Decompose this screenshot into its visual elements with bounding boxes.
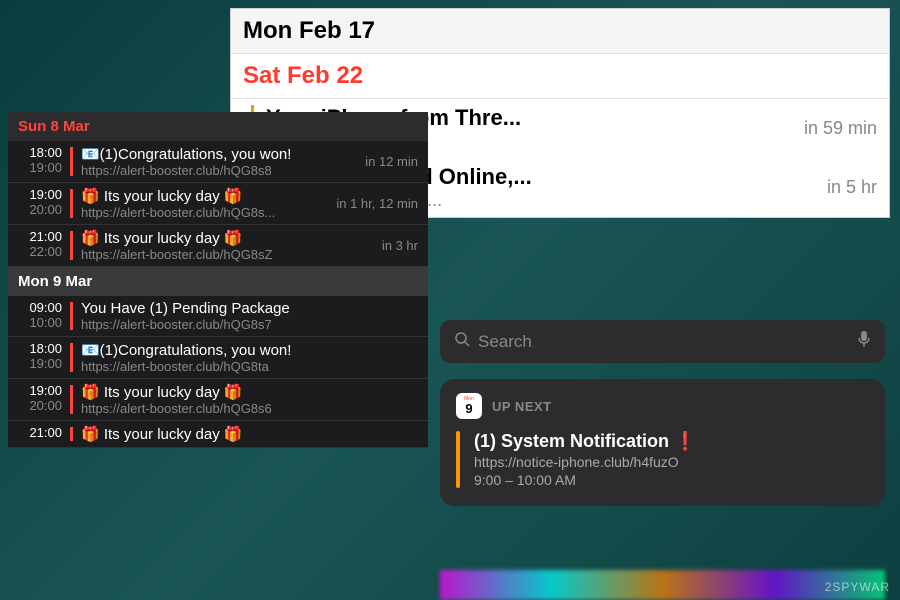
event-start: 19:00 xyxy=(18,383,62,398)
event-end: 19:00 xyxy=(18,160,62,175)
event-due: in 1 hr, 12 min xyxy=(328,196,418,211)
up-next-widget[interactable]: Mon 9 UP NEXT (1) System Notification ❗ … xyxy=(440,379,885,506)
calendar-icon: Mon 9 xyxy=(456,393,482,419)
event-color-bar xyxy=(70,343,73,372)
event-color-bar xyxy=(70,189,73,218)
event-url: https://alert-booster.club/hQG8sZ xyxy=(81,247,374,262)
event-url: https://alert-booster.club/hQG8s6 xyxy=(81,401,418,416)
event-start: 19:00 xyxy=(18,187,62,202)
event-color-bar xyxy=(456,431,460,488)
calendar-event[interactable]: 19:0020:00 🎁 Its your lucky day 🎁https:/… xyxy=(8,379,428,421)
up-next-label: UP NEXT xyxy=(492,399,552,414)
event-time: in 5 hr xyxy=(817,177,877,198)
calendar-icon-dom: 9 xyxy=(465,402,472,415)
event-url: https://alert-booster.club/hQG8s8 xyxy=(81,163,357,178)
event-title: 📧(1)Congratulations, you won! xyxy=(81,341,418,359)
calendar-event[interactable]: 21:0022:00 🎁 Its your lucky day 🎁https:/… xyxy=(8,225,428,267)
event-end: 20:00 xyxy=(18,202,62,217)
event-color-bar xyxy=(70,427,73,441)
event-color-bar xyxy=(70,385,73,414)
event-due: in 3 hr xyxy=(374,238,418,253)
search-icon xyxy=(454,331,470,352)
event-time: in 59 min xyxy=(794,118,877,139)
event-start: 18:00 xyxy=(18,145,62,160)
calendar-event[interactable]: 18:0019:00 📧(1)Congratulations, you won!… xyxy=(8,337,428,379)
notification-widget-area: Search Mon 9 UP NEXT (1) System Notifica… xyxy=(440,320,885,506)
event-url: https://alert-booster.club/hQG8ta xyxy=(81,359,418,374)
search-placeholder: Search xyxy=(478,332,857,352)
date-label: Sat Feb 22 xyxy=(243,62,363,90)
event-end: 20:00 xyxy=(18,398,62,413)
event-url: https://alert-booster.club/hQG8s... xyxy=(81,205,328,220)
event-end: 10:00 xyxy=(18,315,62,330)
event-start: 09:00 xyxy=(18,300,62,315)
event-title: 🎁 Its your lucky day 🎁 xyxy=(81,187,328,205)
event-title: You Have (1) Pending Package xyxy=(81,300,418,317)
event-start: 21:00 xyxy=(18,425,62,440)
event-color-bar xyxy=(70,231,73,260)
event-color-bar xyxy=(70,147,73,176)
event-due: in 12 min xyxy=(357,154,418,169)
date-header-sun: Sun 8 Mar xyxy=(8,112,428,141)
dark-calendar-panel: Sun 8 Mar 18:0019:00 📧(1)Congratulations… xyxy=(8,112,428,448)
calendar-event[interactable]: 09:0010:00 You Have (1) Pending Packageh… xyxy=(8,296,428,337)
date-header-mon: Mon Feb 17 xyxy=(231,9,889,54)
event-color-bar xyxy=(70,302,73,330)
notification-time: 9:00 – 10:00 AM xyxy=(474,472,696,488)
event-title: 🎁 Its your lucky day 🎁 xyxy=(81,383,418,401)
calendar-event[interactable]: 19:0020:00 🎁 Its your lucky day 🎁https:/… xyxy=(8,183,428,225)
event-end: 19:00 xyxy=(18,356,62,371)
wallpaper-strip xyxy=(440,570,885,600)
date-header-sat: Sat Feb 22 xyxy=(231,54,889,99)
event-title: 🎁 Its your lucky day 🎁 xyxy=(81,229,374,247)
event-title: 🎁 Its your lucky day 🎁 xyxy=(81,425,418,443)
event-start: 18:00 xyxy=(18,341,62,356)
date-label: Mon Feb 17 xyxy=(243,17,375,45)
event-url: https://alert-booster.club/hQG8s7 xyxy=(81,317,418,332)
date-header-mon: Mon 9 Mar xyxy=(8,267,428,296)
watermark: 2SPYWAR xyxy=(825,580,890,594)
microphone-icon[interactable] xyxy=(857,330,871,353)
event-end: 22:00 xyxy=(18,244,62,259)
search-input[interactable]: Search xyxy=(440,320,885,363)
notification-url: https://notice-iphone.club/h4fuzO xyxy=(474,454,696,470)
calendar-event[interactable]: 21:00 🎁 Its your lucky day 🎁 xyxy=(8,421,428,448)
event-title: 📧(1)Congratulations, you won! xyxy=(81,145,357,163)
event-start: 21:00 xyxy=(18,229,62,244)
calendar-event[interactable]: 18:0019:00 📧(1)Congratulations, you won!… xyxy=(8,141,428,183)
notification-title: (1) System Notification ❗ xyxy=(474,431,696,452)
